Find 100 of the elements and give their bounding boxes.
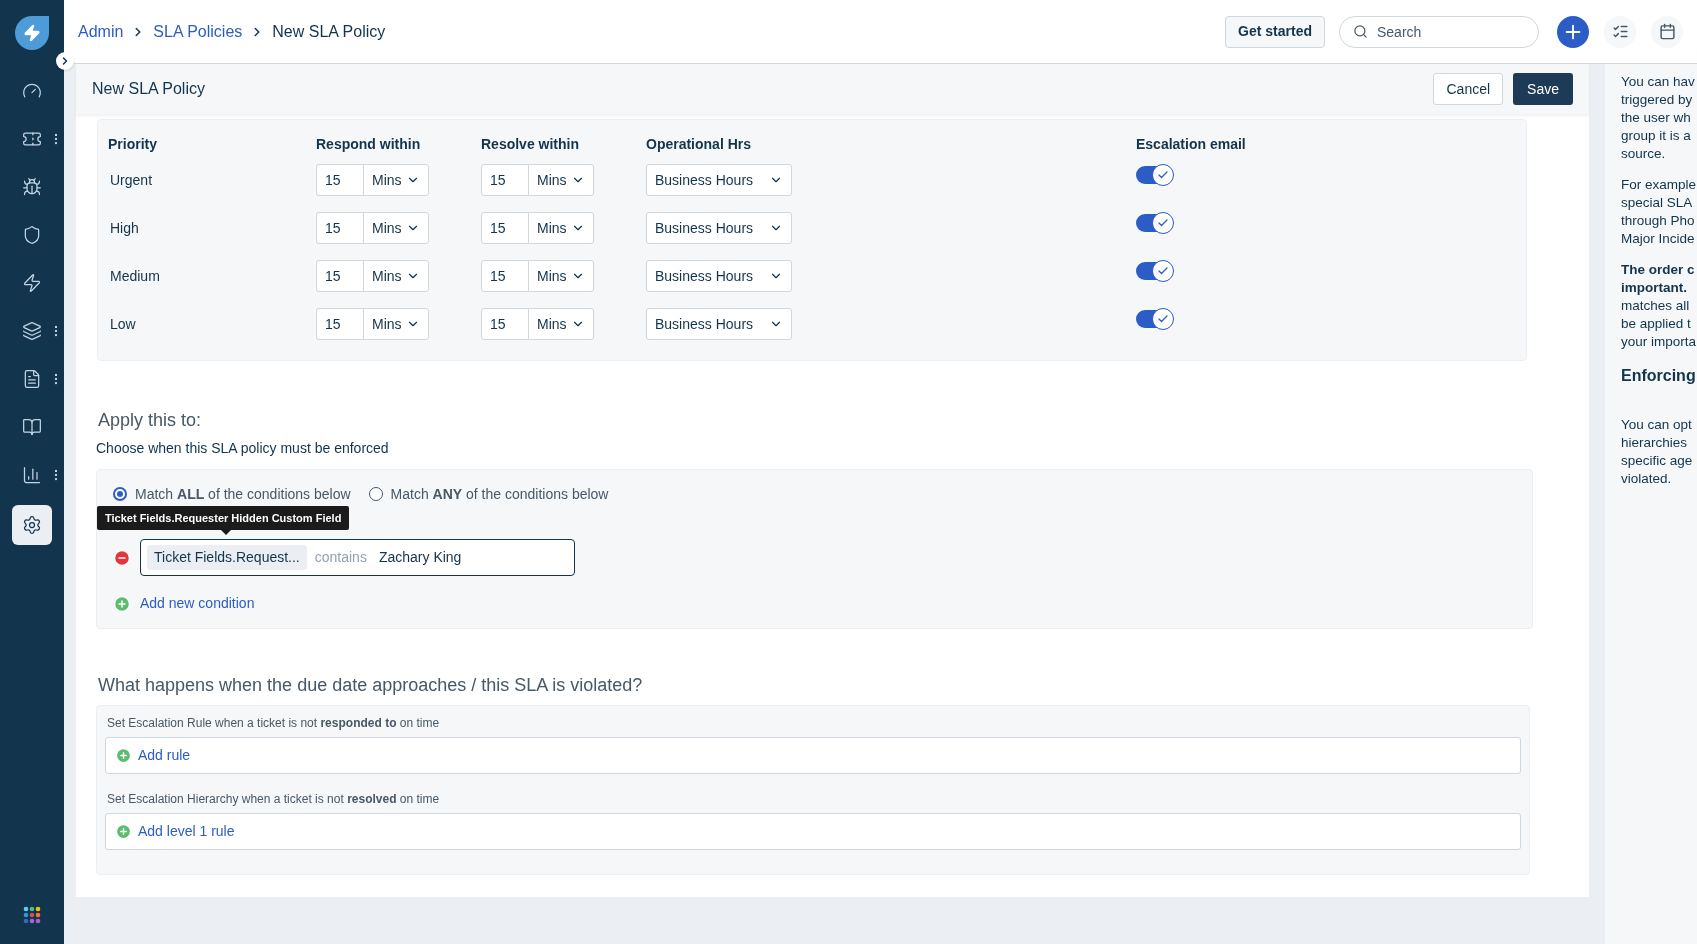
tooltip: Ticket Fields.Requester Hidden Custom Field [97, 506, 350, 530]
layers-icon [22, 321, 42, 341]
duration-field[interactable]: 15 [316, 260, 364, 292]
cancel-button[interactable]: Cancel [1433, 73, 1504, 105]
help-text: You can hav [1621, 73, 1696, 91]
tasks-button[interactable] [1604, 15, 1636, 48]
unit-dropdown[interactable]: Mins [363, 164, 429, 196]
radio-button[interactable] [368, 487, 383, 501]
app-logo[interactable] [15, 16, 49, 50]
apps-grid-icon[interactable] [23, 906, 41, 924]
toggle-switch[interactable] [1136, 262, 1172, 280]
add-icon [115, 823, 132, 840]
shield-icon [22, 225, 42, 245]
field-chip[interactable]: Ticket Fields.Request... [147, 545, 307, 570]
add-condition-link[interactable]: Add new condition [140, 593, 255, 614]
unit-dropdown[interactable]: Mins [363, 260, 429, 292]
help-text: The order c [1621, 261, 1696, 279]
hours-dropdown[interactable]: Business Hours [646, 164, 792, 196]
get-started-button[interactable]: Get started [1225, 15, 1325, 48]
hours-dropdown[interactable]: Business Hours [646, 260, 792, 292]
check-icon [1157, 169, 1169, 181]
section-title: Apply this to: [98, 409, 203, 432]
breadcrumb-link[interactable]: Admin [78, 19, 124, 44]
sidebar-item[interactable] [12, 505, 52, 545]
help-heading: Enforcing [1621, 366, 1697, 386]
help-text: matches all [1621, 297, 1691, 315]
check-icon [1157, 265, 1169, 277]
help-text: important. [1621, 279, 1688, 297]
document-icon [22, 369, 42, 389]
column-header: Respond within [316, 134, 422, 154]
help-text: source. [1621, 145, 1667, 163]
operator-label: contains [314, 548, 367, 567]
save-button[interactable]: Save [1513, 73, 1573, 105]
duration-field[interactable]: 15 [481, 308, 529, 340]
search-icon [1353, 23, 1368, 39]
help-text: through Pho [1621, 212, 1696, 230]
unit-dropdown[interactable]: Mins [363, 212, 429, 244]
lightning-icon [22, 273, 42, 293]
help-text: group it is a [1621, 127, 1692, 145]
check-icon [1157, 217, 1169, 229]
column-header: Resolve within [481, 134, 581, 154]
escalation-label: Set Escalation Rule when a ticket is not responded to on time [107, 716, 440, 730]
add-rule-link[interactable]: Add level 1 rule [138, 821, 235, 842]
priority-label: Urgent [109, 170, 154, 190]
bar-chart-icon [22, 465, 42, 485]
help-text: You can opt [1621, 416, 1693, 434]
check-icon [1157, 313, 1169, 325]
help-text: specific age [1621, 452, 1694, 470]
toggle-switch[interactable] [1136, 166, 1172, 184]
duration-field[interactable]: 15 [316, 308, 364, 340]
help-text: triggered by [1621, 91, 1694, 109]
help-text: your importa [1621, 333, 1697, 351]
help-text: be applied t [1621, 315, 1692, 333]
book-icon [22, 417, 42, 437]
duration-field[interactable]: 15 [481, 212, 529, 244]
search-field[interactable]: Search [1339, 15, 1539, 48]
priority-label: Medium [109, 266, 161, 286]
add-icon [115, 747, 132, 764]
unit-dropdown[interactable]: Mins [528, 164, 594, 196]
settings-icon [22, 515, 42, 535]
section-subtitle: Choose when this SLA policy must be enforced [96, 439, 390, 458]
hours-dropdown[interactable]: Business Hours [646, 308, 792, 340]
calendar-button[interactable] [1651, 15, 1683, 48]
unit-dropdown[interactable]: Mins [363, 308, 429, 340]
help-text: special SLA [1621, 194, 1694, 212]
priority-label: Low [109, 314, 137, 334]
remove-condition-icon[interactable] [113, 548, 131, 567]
help-text: For example [1621, 176, 1697, 194]
add-button[interactable] [1557, 15, 1589, 48]
add-rule-link[interactable]: Add rule [138, 745, 191, 766]
escalation-label: Set Escalation Hierarchy when a ticket is not resolved on time [107, 792, 440, 806]
unit-dropdown[interactable]: Mins [528, 308, 594, 340]
duration-field[interactable]: 15 [481, 260, 529, 292]
help-text: the user wh [1621, 109, 1692, 127]
breadcrumb-current: New SLA Policy [272, 21, 386, 42]
column-header: Escalation email [1136, 134, 1247, 154]
radio-button[interactable] [113, 487, 127, 501]
checklist-icon [1611, 23, 1629, 40]
radio-label: Match ANY of the conditions below [390, 484, 609, 504]
breadcrumb-link[interactable]: SLA Policies [153, 19, 243, 44]
help-text: Major Incide [1621, 230, 1696, 248]
column-header: Operational Hrs [646, 134, 753, 154]
duration-field[interactable]: 15 [481, 164, 529, 196]
unit-dropdown[interactable]: Mins [528, 212, 594, 244]
column-header: Priority [108, 134, 158, 154]
hours-dropdown[interactable]: Business Hours [646, 212, 792, 244]
section-title: What happens when the due date approaches / this SLA is violated? [98, 674, 644, 697]
condition-value[interactable]: Zachary King [378, 547, 462, 568]
unit-dropdown[interactable]: Mins [528, 260, 594, 292]
calendar-icon [1658, 23, 1676, 40]
priority-label: High [109, 218, 140, 238]
help-text: hierarchies [1621, 434, 1689, 452]
toggle-switch[interactable] [1136, 310, 1172, 328]
radio-label: Match ALL of the conditions below [135, 484, 351, 504]
duration-field[interactable]: 15 [316, 164, 364, 196]
add-icon [113, 594, 131, 613]
bug-icon [22, 177, 42, 197]
duration-field[interactable]: 15 [316, 212, 364, 244]
toggle-switch[interactable] [1136, 214, 1172, 232]
page-title: New SLA Policy [92, 79, 205, 99]
